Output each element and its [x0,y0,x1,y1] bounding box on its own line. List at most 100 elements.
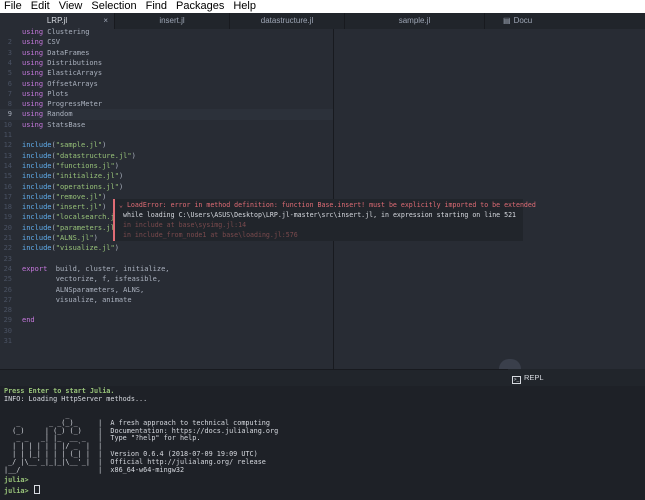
code-line[interactable]: 16 include("operations.jl") [0,182,333,192]
code-text: include("localsearch.jl") [22,213,127,222]
julia-banner-line: |__/ | x86_64-w64-mingw32 [4,465,185,474]
code-text: include("sample.jl") [22,141,107,150]
repl-label: REPL [524,373,544,382]
code-text: export build, cluster, initialize, [22,264,170,273]
tab-label: sample.jl [398,16,431,25]
line-number: 16 [3,182,12,191]
line-number: 25 [3,275,12,284]
code-line[interactable]: using Clustering [0,27,333,37]
error-trace-2[interactable]: in include_from_node1 at base\loading.jl… [119,230,523,240]
code-line[interactable]: 6 using OffsetArrays [0,79,333,89]
code-line[interactable]: 11 [0,130,333,140]
code-line[interactable]: 13 include("datastructure.jl") [0,151,333,161]
error-trace-1[interactable]: in include at base\sysimg.jl:14 [119,220,523,230]
code-text: include("initialize.jl") [22,172,124,181]
code-line[interactable]: 3 using DataFrames [0,48,333,58]
line-number: 20 [3,223,12,232]
repl-prompt: julia> [4,476,29,484]
code-text: include("operations.jl") [22,182,124,191]
code-text: using ElasticArrays [22,69,103,78]
code-text: include("datastructure.jl") [22,151,136,160]
line-number: 26 [3,285,12,294]
code-line[interactable]: 8 using ProgressMeter [0,99,333,109]
code-line[interactable]: 28 [0,305,333,315]
menu-view[interactable]: View [55,0,88,13]
code-text: include("functions.jl") [22,161,119,170]
line-number: 19 [3,213,12,222]
code-line[interactable]: 7 using Plots [0,89,333,99]
tab-label: insert.jl [159,16,185,25]
code-text: using Random [22,110,73,119]
code-line[interactable]: 24 export build, cluster, initialize, [0,264,333,274]
line-number: 4 [7,58,12,67]
line-number: 11 [3,131,12,139]
code-line[interactable]: 2 using CSV [0,37,333,47]
document-icon: ▤ [503,16,511,25]
line-number: 6 [7,79,12,88]
line-number: 27 [3,295,12,304]
code-line[interactable]: 22 include("visualize.jl") [0,243,333,253]
terminal-line: INFO: Loading HttpServer methods... [4,395,148,403]
menu-selection[interactable]: Selection [87,0,141,13]
text-cursor [33,485,40,494]
code-line[interactable]: 23 [0,254,333,264]
line-number: 7 [7,89,12,98]
line-number: 30 [3,326,12,335]
code-line[interactable]: 5 using ElasticArrays [0,68,333,78]
menu-find[interactable]: Find [142,0,172,13]
tab-label: Docu [513,16,533,25]
code-text: include("ALNS.jl") [22,234,98,242]
code-line[interactable]: 15 include("initialize.jl") [0,171,333,181]
tab-label: datastructure.jl [260,16,314,25]
line-number: 10 [3,120,12,129]
tab-docs[interactable]: ▤ Docu [485,13,590,29]
line-number: 24 [3,264,12,273]
menu-packages[interactable]: Packages [172,0,229,13]
code-line[interactable]: 10 using StatsBase [0,120,333,130]
line-number: 17 [3,192,12,201]
menu-file[interactable]: File [0,0,27,13]
repl-terminal[interactable]: Press Enter to start Julia. INFO: Loadin… [0,386,645,500]
collapse-chevron-icon[interactable]: ⌄ [119,201,127,209]
menu-bar: File Edit View Selection Find Packages H… [0,0,645,13]
line-number: 13 [3,151,12,160]
code-text: using Plots [22,89,69,98]
code-text: end [22,316,35,325]
code-text: include("visualize.jl") [22,244,119,253]
code-text: using StatsBase [22,120,86,129]
code-line[interactable]: 31 [0,336,333,346]
line-number: 8 [7,100,12,109]
terminal-icon: >_ [512,376,521,384]
code-text: using Distributions [22,58,103,67]
repl-prompt-active[interactable]: julia> [4,485,40,496]
line-number: 21 [3,234,12,242]
line-number: 18 [3,203,12,212]
line-number: 2 [7,38,12,47]
line-number: 23 [3,254,12,263]
code-line[interactable]: 12 include("sample.jl") [0,140,333,150]
code-text: using ProgressMeter [22,100,103,109]
tab-sample-jl[interactable]: sample.jl [345,13,485,29]
error-popup: ⌄ LoadError: error in method definition:… [113,199,536,241]
code-line[interactable]: 14 include("functions.jl") [0,161,333,171]
code-line[interactable]: 25 vectorize, f, isfeasible, [0,274,333,284]
code-text: using CSV [22,38,60,47]
menu-help[interactable]: Help [229,0,261,13]
code-line[interactable]: 27 visualize, animate [0,295,333,305]
line-number: 14 [3,161,12,170]
line-number: 3 [7,48,12,57]
code-line[interactable]: 30 [0,326,333,336]
code-line[interactable]: 29 end [0,315,333,325]
line-number: 22 [3,244,12,253]
code-line[interactable]: 4 using Distributions [0,58,333,68]
code-line[interactable]: 26 ALNSparameters, ALNS, [0,285,333,295]
code-text: using DataFrames [22,48,90,57]
tab-repl[interactable]: >_ REPL [508,369,645,386]
error-detail: while loading C:\Users\ASUS\Desktop\LRP.… [123,211,517,219]
code-line[interactable]: 9 using Random [0,109,333,120]
code-text: include("remove.jl") [22,192,107,201]
menu-edit[interactable]: Edit [27,0,55,13]
tab-group-right: sample.jl ▤ Docu [345,13,590,29]
line-number: 28 [3,306,12,315]
tab-label: LRP.jl [46,16,68,25]
